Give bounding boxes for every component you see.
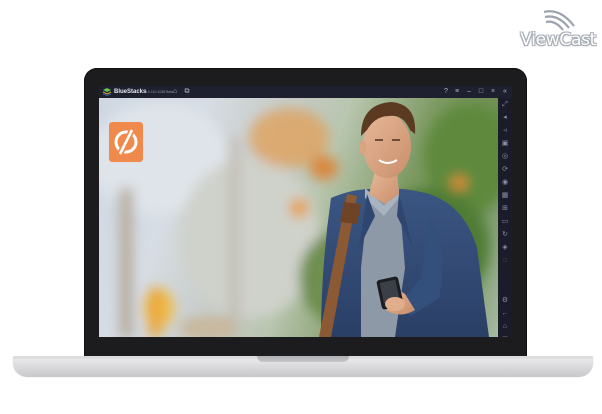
collapse-sidebar-icon[interactable]: « [500, 87, 510, 97]
viewcast-watermark: ViewCast [500, 6, 596, 52]
app-content-area[interactable] [99, 98, 498, 337]
fullscreen-icon[interactable]: ⤢ [500, 100, 510, 110]
media-icon[interactable]: ▣ [500, 139, 510, 149]
bluestacks-window: BlueStacks 5.9.110.1038 Beta ⌂ ⧉ ? ≡ – □… [99, 86, 512, 337]
multi-instance-icon[interactable]: ⧉ [182, 87, 192, 97]
app-title: BlueStacks [114, 89, 147, 95]
maximize-icon[interactable]: □ [476, 87, 486, 97]
minimize-icon[interactable]: – [464, 87, 474, 97]
home-nav-icon[interactable]: ⌂ [500, 322, 510, 332]
record-icon[interactable]: ▦ [500, 191, 510, 201]
screenshot-icon[interactable]: ◉ [500, 178, 510, 188]
folder-icon[interactable]: ▭ [500, 217, 510, 227]
close-icon[interactable]: × [488, 87, 498, 97]
shake-icon[interactable]: ◈ [500, 243, 510, 253]
recents-icon[interactable]: ▢ [500, 335, 510, 337]
rotate-icon[interactable]: ↻ [500, 230, 510, 240]
eco-mode-icon[interactable]: ◌ [500, 256, 510, 266]
gamepad-icon[interactable]: ◎ [500, 152, 510, 162]
menu-icon[interactable]: ≡ [452, 87, 462, 97]
watermark-text: ViewCast [520, 30, 596, 50]
signal-arcs-icon [543, 10, 575, 31]
settings-icon[interactable]: ⚙ [500, 296, 510, 306]
man-smiling-at-phone-photo [99, 102, 498, 337]
volume-down-icon[interactable]: ◃ [500, 126, 510, 136]
back-icon[interactable]: ← [500, 309, 510, 319]
bluestacks-logo-icon [103, 88, 111, 96]
install-apk-icon[interactable]: ⊞ [500, 204, 510, 214]
volume-up-icon[interactable]: ◂ [500, 113, 510, 123]
right-sidebar: ⤢ ◂ ◃ ▣ ◎ ⟳ ◉ ▦ ⊞ ▭ ↻ ◈ ◌ ⚙ ← ⌂ ▢ [498, 98, 512, 337]
home-icon[interactable]: ⌂ [170, 87, 180, 97]
app-logo-icon[interactable] [109, 122, 143, 162]
macro-icon[interactable]: ⟳ [500, 165, 510, 175]
laptop-notch [257, 356, 349, 362]
help-icon[interactable]: ? [441, 87, 451, 97]
title-bar: BlueStacks 5.9.110.1038 Beta ⌂ ⧉ ? ≡ – □… [99, 86, 512, 98]
